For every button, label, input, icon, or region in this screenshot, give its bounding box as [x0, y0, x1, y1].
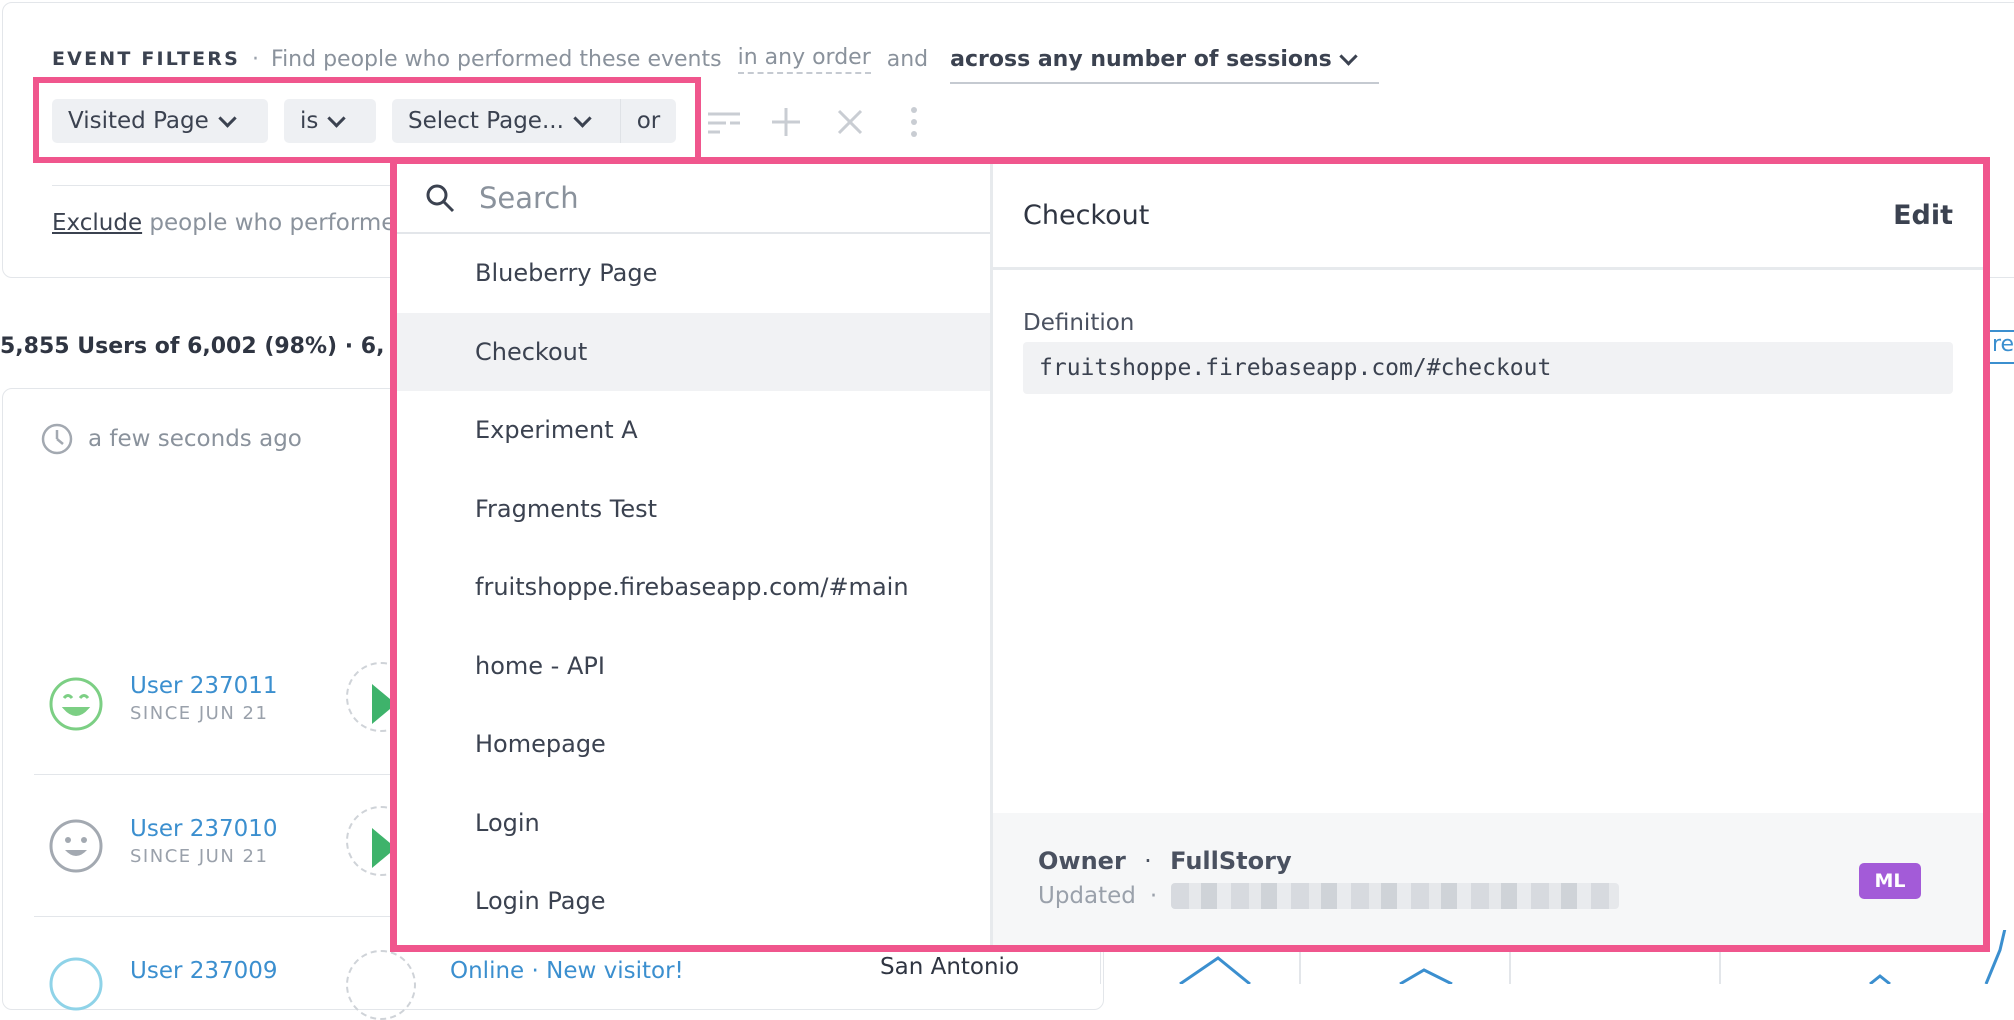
clock-icon — [41, 423, 73, 455]
definition-value: fruitshoppe.firebaseapp.com/#checkout — [1023, 342, 1953, 394]
page-option[interactable]: Blueberry Page — [397, 234, 990, 313]
page-option[interactable]: Homepage — [397, 705, 990, 784]
happy-face-icon — [49, 677, 103, 731]
page-picker-dropdown: Blueberry PageCheckoutExperiment AFragme… — [390, 157, 1990, 952]
order-option-dropdown[interactable]: in any order — [737, 45, 871, 74]
operator-select[interactable]: is — [284, 99, 376, 143]
exclude-text: people who performe — [149, 210, 396, 236]
detail-title: Checkout — [1023, 200, 1150, 231]
event-type-label: Visited Page — [68, 108, 209, 134]
user-info: User 237011 SINCE JUN 21 — [130, 673, 278, 724]
page-detail-pane: Checkout Edit Definition fruitshoppe.fir… — [993, 164, 1983, 945]
online-status: Online · New visitor! — [450, 958, 684, 984]
search-input[interactable] — [477, 180, 921, 216]
event-filters-header: EVENT FILTERS · Find people who performe… — [52, 44, 1379, 84]
or-button[interactable]: or — [620, 99, 676, 143]
filter-lines-icon[interactable] — [706, 108, 742, 138]
operator-label: is — [300, 108, 319, 134]
exclude-link[interactable]: Exclude — [52, 210, 142, 236]
owner-badge: ML — [1859, 863, 1921, 899]
user-row[interactable] — [48, 956, 104, 1016]
and-label: and — [886, 46, 929, 72]
user-since: SINCE JUN 21 — [130, 703, 269, 724]
page-option[interactable]: home - API — [397, 627, 990, 706]
exclude-row: Exclude people who performe — [52, 210, 395, 236]
user-name-link[interactable]: User 237009 — [130, 958, 278, 984]
owner-value: FullStory — [1170, 847, 1292, 875]
owner-line: Owner · FullStory — [1038, 847, 1292, 875]
search-row — [397, 164, 990, 234]
user-name-link[interactable]: User 237011 — [130, 673, 278, 699]
last-activity-text: a few seconds ago — [88, 426, 302, 452]
event-filters-subtitle: Find people who performed these events — [271, 46, 722, 72]
separator-dot: · — [252, 46, 260, 72]
updated-line: Updated · — [1038, 883, 1620, 909]
users-summary: 5,855 Users of 6,002 (98%) · 6, — [0, 334, 385, 359]
more-vertical-icon[interactable] — [906, 106, 922, 138]
page-option[interactable]: fruitshoppe.firebaseapp.com/#main — [397, 548, 990, 627]
detail-footer: Owner · FullStory Updated · ML — [993, 813, 1983, 945]
page-option[interactable]: Fragments Test — [397, 470, 990, 549]
page-option[interactable]: Experiment A — [397, 391, 990, 470]
updated-separator: · — [1149, 883, 1158, 909]
close-icon[interactable] — [836, 108, 864, 136]
search-icon — [426, 184, 455, 213]
user-info: User 237010 SINCE JUN 21 — [130, 816, 278, 867]
detail-header: Checkout Edit — [993, 164, 1983, 270]
options-list: Blueberry Page Checkout Experiment A Fragme… — [397, 234, 990, 941]
add-icon[interactable] — [770, 106, 802, 138]
event-type-select[interactable]: Visited Page — [52, 99, 268, 143]
edit-button[interactable]: Edit — [1893, 200, 1953, 231]
location-text: San Antonio — [880, 954, 1020, 980]
chevron-down-icon — [327, 108, 347, 128]
chevron-down-icon — [573, 108, 592, 128]
face-icon — [49, 957, 103, 1011]
play-session-button[interactable] — [346, 950, 416, 1020]
or-label: or — [636, 108, 661, 134]
updated-label: Updated — [1038, 883, 1136, 909]
page-option[interactable]: Login Page — [397, 862, 990, 941]
chevron-down-icon — [1339, 46, 1358, 66]
user-row[interactable] — [48, 676, 104, 736]
owner-label: Owner — [1038, 847, 1126, 875]
page-option[interactable]: Checkout — [397, 312, 990, 391]
session-option-dropdown[interactable]: across any number of sessions — [950, 47, 1379, 84]
page-options-pane: Blueberry PageCheckoutExperiment AFragme… — [397, 164, 993, 945]
user-row[interactable] — [48, 818, 104, 878]
redacted-updated-info — [1171, 883, 1620, 909]
session-option-label: across any number of sessions — [950, 46, 1332, 72]
owner-separator: · — [1144, 847, 1152, 875]
create-segment-label: rea — [1992, 332, 2014, 357]
page-select[interactable]: Select Page... — [392, 99, 620, 143]
user-info: User 237009 — [130, 958, 278, 984]
user-since: SINCE JUN 21 — [130, 846, 269, 867]
last-activity: a few seconds ago — [40, 422, 302, 456]
chevron-down-icon — [218, 108, 237, 128]
user-name-link[interactable]: User 237010 — [130, 816, 278, 842]
page-select-label: Select Page... — [408, 108, 564, 134]
page-option[interactable]: Login — [397, 784, 990, 863]
smiley-face-icon — [49, 819, 103, 873]
definition-label: Definition — [1023, 310, 1135, 336]
event-filters-title: EVENT FILTERS — [52, 48, 241, 70]
